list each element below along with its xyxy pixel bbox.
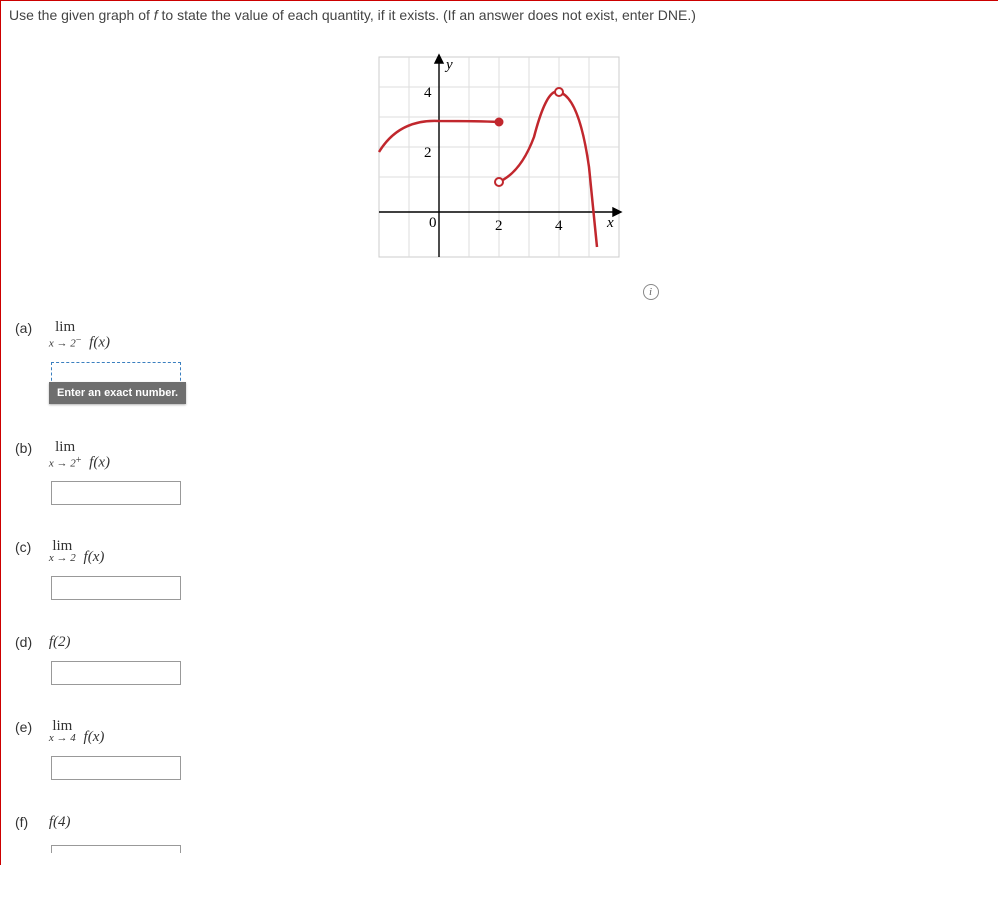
- lim-rhs: f(x): [84, 549, 105, 565]
- answer-input-c[interactable]: [51, 576, 181, 600]
- lim-sub: x → 2: [49, 552, 76, 564]
- part-label: (e): [15, 719, 45, 735]
- point-4-4-open: [555, 88, 563, 96]
- lim-rhs: f(x): [84, 729, 105, 745]
- tick-y4: 4: [424, 85, 432, 101]
- tick-origin: 0: [429, 215, 437, 231]
- part-label: (f): [15, 814, 45, 830]
- question-a: (a) lim x → 2− f(x) Enter an exact numbe…: [15, 320, 988, 386]
- question-f: (f) f(4): [15, 814, 988, 857]
- answer-input-f[interactable]: [51, 845, 181, 853]
- lim-text: lim: [49, 440, 82, 454]
- question-prompt: Use the given graph of f to state the va…: [9, 7, 988, 23]
- point-2-3-filled: [495, 118, 503, 126]
- lim-sub: x → 2: [49, 457, 76, 469]
- answer-input-d[interactable]: [51, 661, 181, 685]
- question-e: (e) lim x → 4 f(x): [15, 719, 988, 780]
- lim-text: lim: [49, 539, 76, 553]
- graph-area: 0 2 4 2 4 y x i: [9, 47, 988, 280]
- lim-text: lim: [49, 719, 76, 733]
- answer-input-b[interactable]: [51, 481, 181, 505]
- function-graph: 0 2 4 2 4 y x: [369, 47, 629, 277]
- expr: f(4): [49, 814, 71, 831]
- tick-x4: 4: [555, 218, 563, 234]
- lim-text: lim: [49, 320, 82, 334]
- axis-y-label: y: [444, 57, 453, 73]
- part-label: (b): [15, 440, 45, 456]
- axis-x-label: x: [606, 215, 614, 231]
- question-c: (c) lim x → 2 f(x): [15, 539, 988, 600]
- lim-sub: x → 2: [49, 338, 76, 350]
- tick-y2: 2: [424, 145, 432, 161]
- part-label: (d): [15, 634, 45, 650]
- tick-x2: 2: [495, 218, 503, 234]
- lim-rhs: f(x): [89, 335, 110, 351]
- part-label: (a): [15, 320, 45, 336]
- answer-input-e[interactable]: [51, 756, 181, 780]
- lim-rhs: f(x): [89, 454, 110, 470]
- lim-sub: x → 4: [49, 732, 76, 744]
- info-icon[interactable]: i: [643, 284, 659, 300]
- prompt-pre: Use the given graph of: [9, 7, 154, 23]
- lim-sup: −: [76, 335, 82, 346]
- question-container: Use the given graph of f to state the va…: [0, 0, 998, 865]
- part-label: (c): [15, 539, 45, 555]
- question-d: (d) f(2): [15, 634, 988, 685]
- point-2-1-open: [495, 178, 503, 186]
- prompt-post: to state the value of each quantity, if …: [158, 7, 696, 23]
- expr: f(2): [49, 634, 71, 651]
- input-tooltip: Enter an exact number.: [49, 382, 186, 404]
- question-b: (b) lim x → 2+ f(x): [15, 440, 988, 506]
- questions-list: (a) lim x → 2− f(x) Enter an exact numbe…: [9, 320, 988, 857]
- lim-sup: +: [76, 455, 82, 466]
